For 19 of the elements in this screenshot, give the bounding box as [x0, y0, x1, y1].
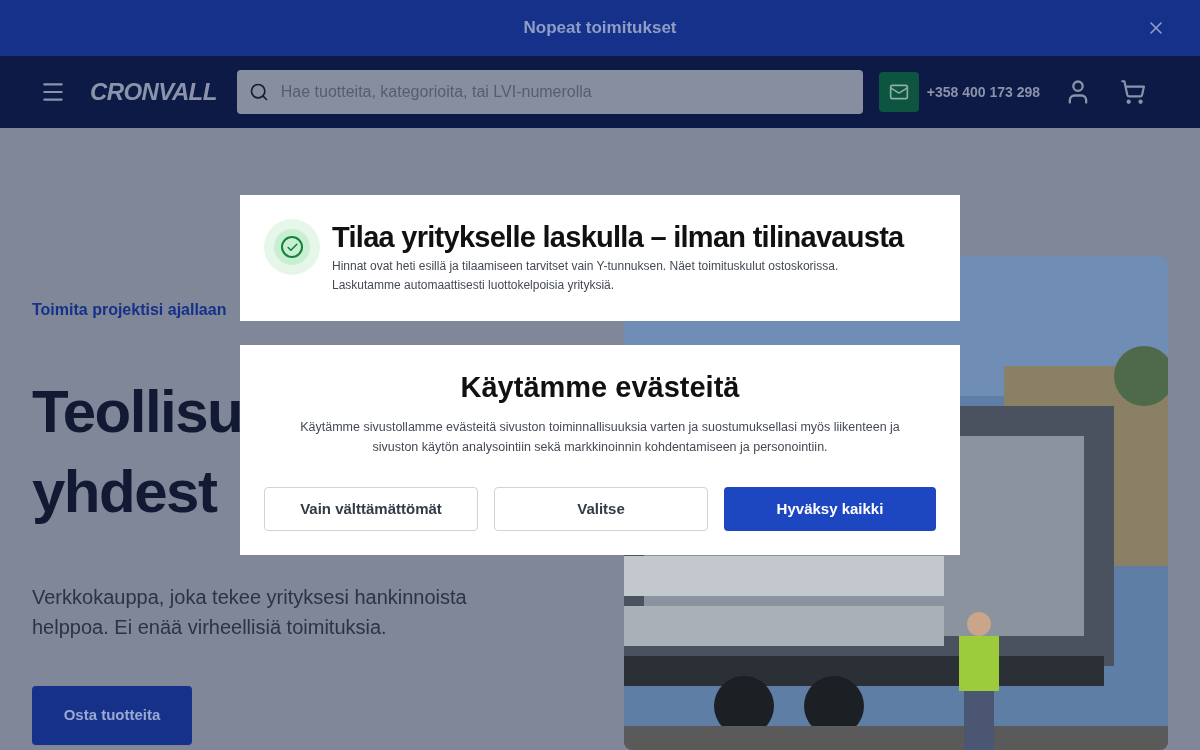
hero-headline: Teollisu	[32, 377, 243, 447]
mail-icon	[888, 82, 909, 102]
eyebrow-text: Toimita projektisi ajallaan	[32, 300, 228, 320]
option-button[interactable]: Valitse	[494, 487, 708, 531]
notice-text: Hinnat ovat heti esillä ja tilaamiseen tarvitset vain Y-tunnuksen. Näet toimituskulut ostoskorissa. Laskutamme automaattisesti luottokelpoisia yrityksiä.	[332, 258, 840, 294]
search-icon	[248, 82, 269, 102]
shop-button[interactable]: Osta tuotteita	[32, 686, 192, 745]
cart-button[interactable]	[1120, 79, 1147, 105]
notice-title: Tilaa yritykselle laskulla – ilman tilinavausta	[332, 220, 904, 255]
phone-number[interactable]: +358 400 173 298	[926, 81, 1041, 103]
option-button[interactable]: Vain välttämättömät	[264, 487, 478, 531]
accept-button[interactable]: Hyväksy kaikki	[724, 487, 936, 531]
announcement-text: Nopeat toimitukset	[523, 17, 677, 40]
hero-headline: yhdest	[32, 457, 217, 527]
dialog-text: Käytämme sivustollamme evästeitä sivuston toiminnallisuuksia varten ja suostumuksellasi myös liikenteen ja sivuston käytön analysointiin sekä markkinoinnin kohdentamiseen ja personointiin.	[299, 419, 901, 456]
hero-lead: Verkkokauppa, joka tekee yrityksesi hankinnoista helppoa. Ei enää virheellisiä toimituksia.	[32, 585, 468, 640]
email-button[interactable]	[878, 72, 919, 112]
logo[interactable]: CRONVALL	[90, 74, 217, 110]
dialog-title: Käytämme evästeitä	[460, 370, 740, 405]
